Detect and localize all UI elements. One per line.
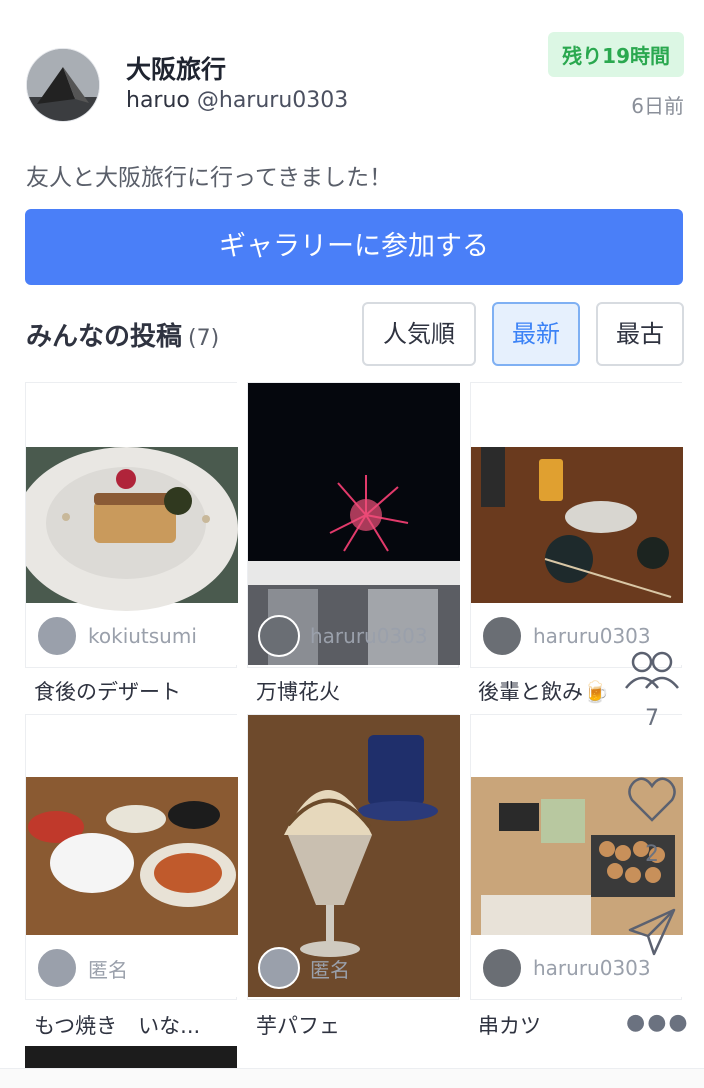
post-caption: 後輩と飲み🍺 xyxy=(478,680,610,704)
bottom-bar xyxy=(0,1068,704,1088)
gallery-header: 大阪旅行 haruo @haruru0303 残り19時間 6日前 xyxy=(26,32,684,128)
post-card[interactable]: 匿名 xyxy=(247,714,460,1000)
post-caption: 万博花火 xyxy=(256,680,340,704)
post-card[interactable]: haruru0303 xyxy=(470,382,683,668)
post-user[interactable]: 匿名 xyxy=(258,947,350,989)
gallery-description: 友人と大阪旅行に行ってきました！ xyxy=(26,165,393,191)
post-username: 匿名 xyxy=(88,957,128,982)
user-avatar xyxy=(481,947,523,989)
participants-count: 7 xyxy=(645,706,659,731)
post-user[interactable]: 匿名 xyxy=(36,947,128,989)
post-card[interactable]: 匿名 xyxy=(25,714,238,1000)
user-avatar xyxy=(481,615,523,657)
send-icon xyxy=(628,908,676,956)
section-title-text: みんなの投稿 xyxy=(26,322,183,352)
post-caption: 芋パフェ xyxy=(256,1014,340,1038)
user-avatar xyxy=(36,615,78,657)
gallery-author[interactable]: haruo @haruru0303 xyxy=(126,88,348,113)
post-username: 匿名 xyxy=(310,957,350,982)
posted-time: 6日前 xyxy=(631,94,684,118)
people-icon xyxy=(625,651,679,689)
posts-section-header: みんなの投稿 (7) 人気順 最新 最古 xyxy=(26,302,684,366)
sort-newest-button[interactable]: 最新 xyxy=(492,302,580,366)
post-caption: 串カツ xyxy=(478,1014,541,1038)
user-avatar xyxy=(258,947,300,989)
author-handle: @haruru0303 xyxy=(196,88,349,113)
owner-avatar[interactable] xyxy=(26,48,100,122)
post-username: kokiutsumi xyxy=(88,624,197,648)
post-user[interactable]: kokiutsumi xyxy=(36,615,197,657)
share-button[interactable] xyxy=(620,906,684,962)
post-caption: もつ焼き いな... xyxy=(34,1014,201,1038)
like-button[interactable] xyxy=(620,776,684,828)
user-avatar xyxy=(36,947,78,989)
heart-icon xyxy=(628,777,676,822)
gallery-title: 大阪旅行 xyxy=(126,55,227,84)
participants-button[interactable] xyxy=(620,648,684,696)
join-gallery-button[interactable]: ギャラリーに参加する xyxy=(25,209,683,285)
post-user[interactable]: haruru0303 xyxy=(258,615,428,657)
more-dots-icon[interactable]: ●●● xyxy=(626,1010,690,1035)
post-card[interactable]: kokiutsumi xyxy=(25,382,238,668)
post-caption: 食後のデザート xyxy=(34,680,181,704)
author-name: haruo xyxy=(126,88,190,113)
sort-oldest-button[interactable]: 最古 xyxy=(596,302,684,366)
post-username: haruru0303 xyxy=(533,624,651,648)
post-card[interactable]: haruru0303 xyxy=(247,382,460,668)
time-remaining-badge: 残り19時間 xyxy=(548,32,684,77)
sort-popular-button[interactable]: 人気順 xyxy=(362,302,476,366)
post-count: (7) xyxy=(188,326,220,351)
post-username: haruru0303 xyxy=(310,624,428,648)
section-title: みんなの投稿 (7) xyxy=(26,316,219,353)
likes-count: 2 xyxy=(645,842,659,867)
user-avatar xyxy=(258,615,300,657)
